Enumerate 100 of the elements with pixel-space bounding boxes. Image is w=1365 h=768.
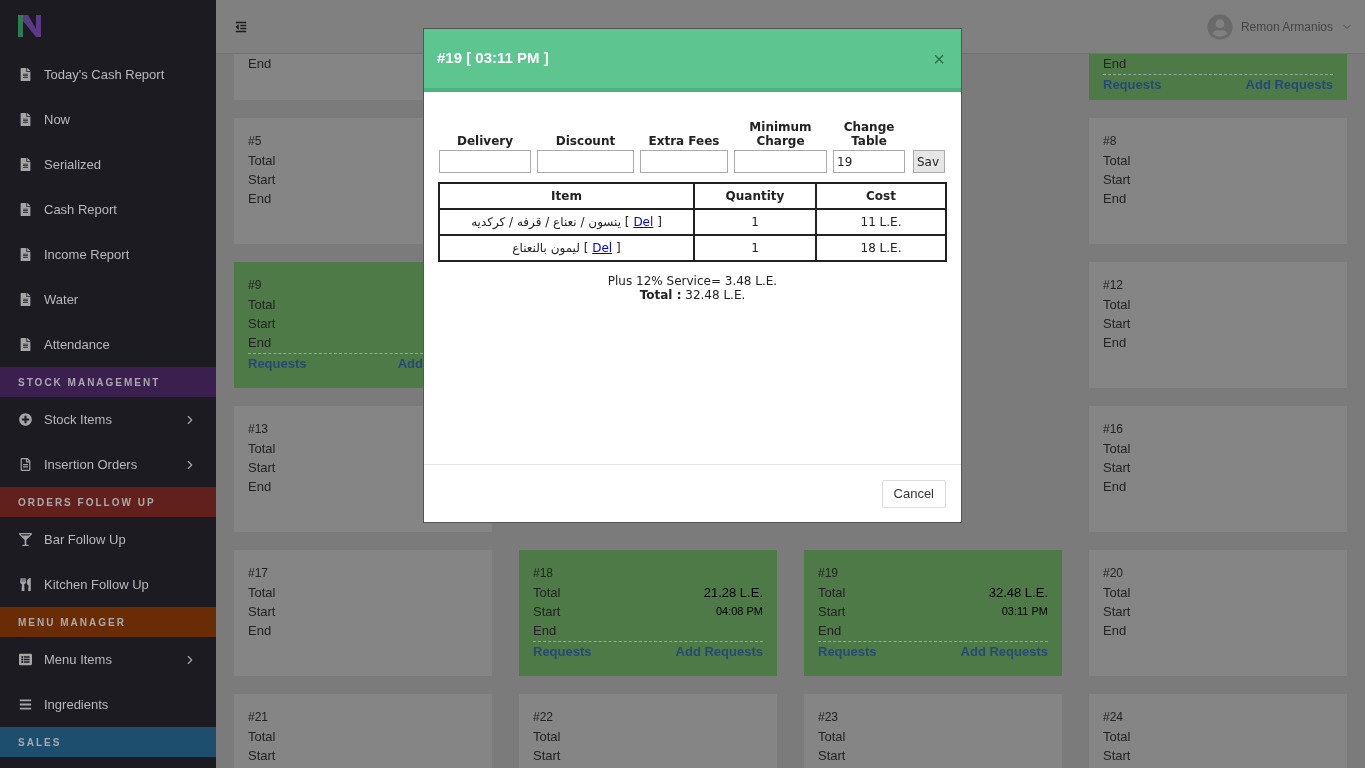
- table-card[interactable]: #22 Total Start: [519, 694, 777, 768]
- sidebar-item[interactable]: Attendance: [0, 322, 216, 367]
- field-value: 03:11 PM: [1001, 604, 1048, 620]
- sidebar-item[interactable]: Bar Follow Up: [0, 517, 216, 562]
- sidebar-item[interactable]: Stock Items: [0, 397, 216, 442]
- cocktail-glass-icon: [19, 533, 32, 546]
- input-field[interactable]: [439, 150, 531, 173]
- table-card[interactable]: #12 Total Start End: [1089, 262, 1347, 388]
- document-icon: [19, 158, 32, 171]
- field-label: End: [248, 622, 272, 639]
- field-value: 32.48 L.E.: [988, 583, 1048, 602]
- sidebar-item[interactable]: Cash Report: [0, 187, 216, 232]
- table-number: #19: [818, 565, 840, 582]
- table-number: #9: [248, 277, 263, 294]
- table-number: #13: [248, 421, 270, 438]
- table-number: #23: [818, 709, 840, 726]
- table-number: #22: [533, 709, 555, 726]
- menu-icon: [19, 698, 32, 711]
- field-label: End: [533, 622, 557, 639]
- field-label: Start: [818, 747, 846, 764]
- sidebar-item[interactable]: Today's Cash Report: [0, 52, 216, 97]
- table-card[interactable]: #17 Total Start End: [234, 550, 492, 676]
- input-field[interactable]: 19: [833, 150, 905, 173]
- table-cell: 11 L.E.: [816, 209, 946, 235]
- input-field[interactable]: [734, 150, 827, 173]
- field-label: Total: [1103, 296, 1131, 313]
- table-number: #20: [1103, 565, 1125, 582]
- fork-knife-icon: [19, 578, 32, 591]
- document-icon: [19, 113, 32, 126]
- input-field[interactable]: [537, 150, 634, 173]
- field-label: Change Table: [842, 120, 896, 148]
- field-label: End: [248, 55, 272, 72]
- section-header: MENU MANAGER: [0, 607, 216, 637]
- field-label: Total: [248, 152, 276, 169]
- sidebar-item[interactable]: Insertion Orders: [0, 442, 216, 487]
- field-label: Start: [818, 603, 846, 620]
- column-header: Item: [439, 183, 694, 209]
- sidebar-item[interactable]: Serialized: [0, 142, 216, 187]
- table-cell: 1: [694, 209, 816, 235]
- column-header: Quantity: [694, 183, 816, 209]
- field-label: Total: [1103, 152, 1131, 169]
- section-header: ORDERS FOLLOW UP: [0, 487, 216, 517]
- field-label: Start: [248, 171, 276, 188]
- sidebar-item[interactable]: Ingredients: [0, 682, 216, 727]
- document-icon: [19, 293, 32, 306]
- field-label: End: [1103, 622, 1127, 639]
- field-label: Total: [533, 584, 561, 601]
- field-label: Total: [1103, 440, 1131, 457]
- sidebar-item[interactable]: Kitchen Follow Up: [0, 562, 216, 607]
- sidebar-item[interactable]: Income Report: [0, 232, 216, 277]
- section-header: STOCK MANAGEMENT: [0, 367, 216, 397]
- table-number: #16: [1103, 421, 1125, 438]
- list-card-icon: [19, 653, 32, 666]
- field-label: Extra Fees: [648, 134, 720, 148]
- table-number: #5: [248, 133, 263, 150]
- close-button[interactable]: ×: [933, 48, 948, 69]
- document-icon: [19, 203, 32, 216]
- sidebar-item[interactable]: Now: [0, 97, 216, 142]
- field-label: Total: [248, 440, 276, 457]
- field-label: Discount: [555, 134, 616, 148]
- table-number: #12: [1103, 277, 1125, 294]
- field-label: End: [1103, 334, 1127, 351]
- user-menu[interactable]: Remon Armanios: [1206, 13, 1353, 40]
- document-icon: [19, 68, 32, 81]
- save-button[interactable]: Sav: [913, 150, 945, 173]
- sidebar-item[interactable]: Menu Items: [0, 637, 216, 682]
- sidebar-toggle-icon[interactable]: [234, 20, 248, 33]
- document-icon: [19, 248, 32, 261]
- delete-link[interactable]: Del: [592, 241, 613, 255]
- field-label: End: [1103, 55, 1127, 72]
- column-header: Cost: [816, 183, 946, 209]
- field-label: Total: [248, 728, 276, 745]
- table-cell: 1: [694, 235, 816, 261]
- table-number: #24: [1103, 709, 1125, 726]
- field-label: Start: [248, 459, 276, 476]
- field-label: Start: [533, 603, 561, 620]
- field-label: Total: [248, 584, 276, 601]
- field-label: End: [818, 622, 842, 639]
- field-label: Total: [1103, 728, 1131, 745]
- table-card[interactable]: #23 Total Start: [804, 694, 1062, 768]
- cancel-button[interactable]: Cancel: [881, 479, 946, 508]
- field-label: Start: [248, 315, 276, 332]
- table-card[interactable]: #16 Total Start End: [1089, 406, 1347, 532]
- field-label: Start: [1103, 315, 1131, 332]
- field-label: Start: [533, 747, 561, 764]
- field-label: End: [1103, 478, 1127, 495]
- field-label: Total: [533, 728, 561, 745]
- table-number: #18: [533, 565, 555, 582]
- document-icon: [19, 338, 32, 351]
- table-cell: 18 L.E.: [816, 235, 946, 261]
- field-label: Start: [248, 747, 276, 764]
- table-card[interactable]: #21 Total Start: [234, 694, 492, 768]
- delete-link[interactable]: Del: [633, 215, 654, 229]
- table-card[interactable]: #24 Total Start: [1089, 694, 1347, 768]
- table-card[interactable]: #20 Total Start End: [1089, 550, 1347, 676]
- service-charge-text: Plus 12% Service= 3.48 L.E.: [607, 274, 778, 288]
- logo-icon: [18, 15, 41, 37]
- input-field[interactable]: [640, 150, 728, 173]
- table-card[interactable]: #8 Total Start End: [1089, 118, 1347, 244]
- sidebar-item[interactable]: Water: [0, 277, 216, 322]
